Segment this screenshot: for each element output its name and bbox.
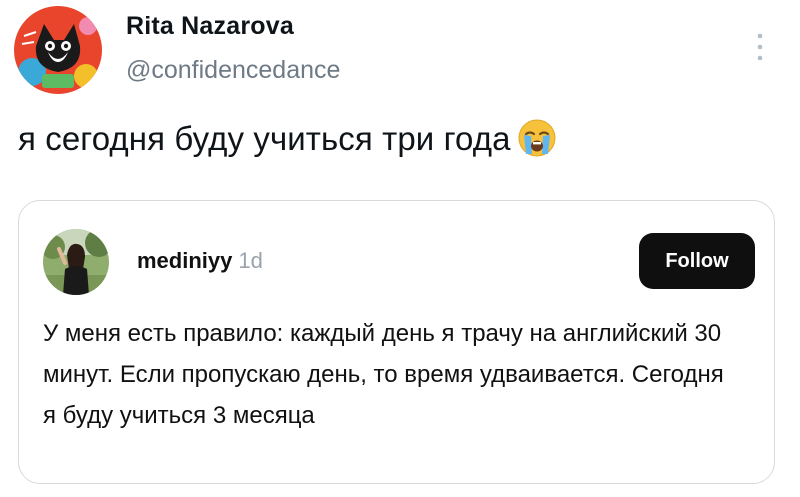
- follow-button[interactable]: Follow: [639, 233, 755, 289]
- tweet-text: я сегодня буду учиться три года: [18, 118, 557, 158]
- more-options-icon[interactable]: [752, 30, 768, 64]
- quoted-author-line: mediniyy 1d: [137, 248, 263, 274]
- quoted-username[interactable]: mediniyy: [137, 248, 232, 273]
- author-handle[interactable]: @confidencedance: [126, 56, 340, 85]
- author-avatar[interactable]: [14, 6, 102, 94]
- quoted-timestamp: 1d: [238, 248, 263, 273]
- loudly-crying-face-icon: [518, 119, 556, 157]
- quoted-post-text: У меня есть правило: каждый день я трачу…: [43, 320, 724, 429]
- author-display-name[interactable]: Rita Nazarova: [126, 12, 294, 41]
- quoted-author-avatar[interactable]: [43, 229, 109, 295]
- post-screenshot: Rita Nazarova @confidencedance я сегодня…: [0, 0, 800, 497]
- tweet-text-content: я сегодня буду учиться три года: [18, 120, 511, 157]
- quoted-post-card[interactable]: mediniyy 1d Follow У меня есть правило: к…: [18, 200, 775, 484]
